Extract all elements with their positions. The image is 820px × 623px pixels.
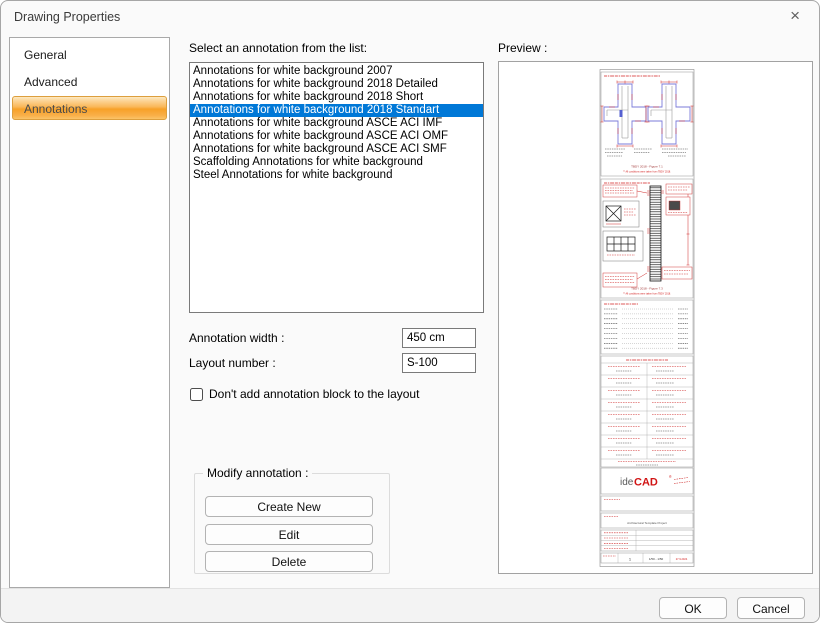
annotation-list-item[interactable]: Annotations for white background 2018 Sh… [190,91,483,104]
logo-ide-text: ide [620,477,634,488]
window-title: Drawing Properties [14,1,120,33]
annotation-listbox[interactable]: Annotations for white background 2007 An… [189,62,484,313]
edit-button[interactable]: Edit [205,524,373,545]
title-bar: Drawing Properties × [1,1,819,33]
modify-annotation-legend: Modify annotation : [203,466,312,480]
sidebar-item-annotations[interactable]: Annotations [12,96,167,120]
annotation-list-item[interactable]: Steel Annotations for white background [190,169,483,182]
dialog-footer: OK Cancel [1,588,819,623]
annotation-list-item[interactable]: Annotations for white background 2018 De… [190,78,483,91]
line-legend-panel [601,300,693,354]
annotation-sheet-svg: TBDY 2018 - Figure 7.1 ** All conditions… [598,69,696,567]
cancel-button[interactable]: Cancel [737,597,805,619]
dont-add-annotation-label: Don't add annotation block to the layout [209,387,419,401]
annotation-width-label: Annotation width : [189,331,284,345]
dont-add-annotation-row: Don't add annotation block to the layout [190,387,419,401]
logo-registered-mark: ® [669,475,672,479]
modify-annotation-group: Modify annotation : Create New Edit Dele… [194,473,390,574]
ok-button[interactable]: OK [659,597,727,619]
annotation-list-item[interactable]: Annotations for white background 2007 [190,65,483,78]
layout-number-input[interactable] [402,353,476,373]
figure-footnote-1: ** All conditions were taken from TBDY 2… [623,171,671,174]
annotation-list-item[interactable]: Annotations for white background ASCE AC… [190,117,483,130]
column-detail-panel: TBDY 2018 - Figure 7.3 ** All conditions… [601,179,693,298]
project-title-text: Architectural Template Project [627,521,667,525]
annotation-list-item[interactable]: Annotations for white background ASCE AC… [190,130,483,143]
delete-button[interactable]: Delete [205,551,373,572]
figure-caption-1: TBDY 2018 - Figure 7.1 [631,165,663,169]
annotation-list-item-selected[interactable]: Annotations for white background 2018 St… [190,104,483,117]
figure-caption-2: TBDY 2018 - Figure 7.3 [631,287,663,291]
category-sidebar: General Advanced Annotations [9,37,170,588]
close-icon[interactable]: × [784,1,806,31]
project-info-tables [601,356,693,467]
sidebar-item-general[interactable]: General [12,42,167,66]
sheet-scale-text: 1/50 - 1/50 [649,557,664,561]
title-block: ide CAD ® Architectural Template Project [601,468,693,563]
preview-panel: TBDY 2018 - Figure 7.1 ** All conditions… [498,61,813,574]
sheet-date-text: 27.9.2024 [676,557,688,561]
layout-number-label: Layout number : [189,356,276,370]
figure-footnote-2: ** All conditions were taken from TBDY 2… [623,293,671,296]
annotation-width-input[interactable] [402,328,476,348]
drawing-properties-dialog: Drawing Properties × General Advanced An… [0,0,820,623]
preview-label: Preview : [498,41,547,55]
annotation-list-item[interactable]: Annotations for white background ASCE AC… [190,143,483,156]
annotation-list-item[interactable]: Scaffolding Annotations for white backgr… [190,156,483,169]
dont-add-annotation-checkbox[interactable] [190,388,203,401]
annotation-sheet-preview: TBDY 2018 - Figure 7.1 ** All conditions… [598,69,696,572]
annotation-list-label: Select an annotation from the list: [189,41,367,55]
create-new-button[interactable]: Create New [205,496,373,517]
joint-details-panel: TBDY 2018 - Figure 7.1 ** All conditions… [601,72,694,176]
sidebar-item-advanced[interactable]: Advanced [12,69,167,93]
logo-cad-text: CAD [634,477,658,489]
